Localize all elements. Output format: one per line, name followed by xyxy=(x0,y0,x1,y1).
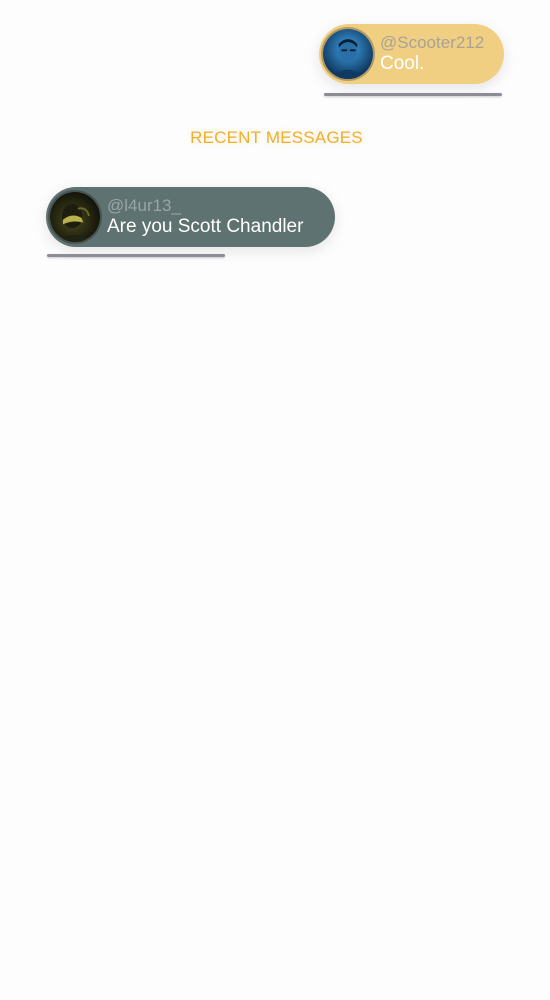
message-content: @l4ur13_ Are you Scott Chandler xyxy=(107,196,303,237)
messages-screen: @Scooter212 Cool. RECENT MESSAGES @l4ur1… xyxy=(0,0,550,1000)
message-handle[interactable]: @Scooter212 xyxy=(380,33,484,53)
message-bubble-received[interactable]: @l4ur13_ Are you Scott Chandler xyxy=(46,187,335,247)
message-divider xyxy=(47,254,225,257)
message-bubble-sent[interactable]: @Scooter212 Cool. xyxy=(319,24,504,84)
message-text: Are you Scott Chandler xyxy=(107,215,304,237)
recent-messages-title: RECENT MESSAGES xyxy=(190,128,363,147)
user-avatar-icon[interactable] xyxy=(48,190,102,244)
message-content: @Scooter212 Cool. xyxy=(380,33,484,74)
message-divider xyxy=(324,93,502,96)
message-handle[interactable]: @l4ur13_ xyxy=(107,196,303,216)
message-text: Cool. xyxy=(380,52,425,74)
user-avatar-icon[interactable] xyxy=(321,27,375,81)
